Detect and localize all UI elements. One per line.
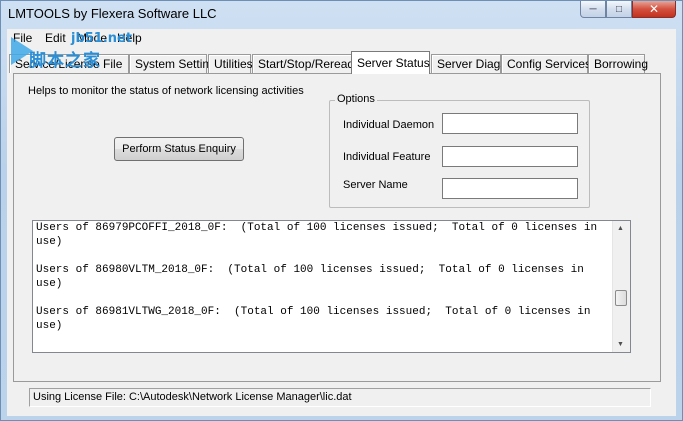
individual-feature-label: Individual Feature xyxy=(343,151,431,163)
tab-label: Start/Stop/Reread xyxy=(258,57,355,71)
tab-borrowing[interactable]: Borrowing xyxy=(588,54,649,73)
maximize-icon: □ xyxy=(615,3,623,15)
output-line: Users of 86981VLTWG_2018_0F: (Total of 1… xyxy=(36,306,598,332)
minimize-icon: ─ xyxy=(589,3,597,15)
status-output-textarea[interactable]: Users of 86979PCOFFI_2018_0F: (Total of … xyxy=(32,220,631,353)
options-group: Options Individual Daemon Individual Fea… xyxy=(329,93,590,208)
output-line: Users of 86979PCOFFI_2018_0F: (Total of … xyxy=(36,222,604,248)
watermark-text: 脚本之家 xyxy=(29,51,101,71)
individual-daemon-label: Individual Daemon xyxy=(343,119,435,131)
tab-label: Server Diags xyxy=(437,57,507,71)
scroll-thumb[interactable] xyxy=(615,290,627,306)
perform-status-enquiry-button[interactable]: Perform Status Enquiry xyxy=(114,137,244,161)
server-name-input[interactable] xyxy=(442,178,578,199)
tab-label: Utilities xyxy=(214,57,253,71)
tab-server-diags[interactable]: Server Diags xyxy=(431,54,506,73)
tab-label: Server Status xyxy=(357,56,430,70)
watermark-logo: jb51.net 脚本之家 xyxy=(11,31,141,71)
window-title: LMTOOLS by Flexera Software LLC xyxy=(8,6,217,21)
individual-feature-input[interactable] xyxy=(442,146,578,167)
output-line: Users of 86980VLTM_2018_0F: (Total of 10… xyxy=(36,264,591,290)
title-bar[interactable]: LMTOOLS by Flexera Software LLC ─ □ ✕ xyxy=(1,1,682,29)
tab-label: Borrowing xyxy=(594,57,649,71)
tab-config-services[interactable]: Config Services xyxy=(501,54,592,73)
tab-server-status[interactable]: Server Status xyxy=(351,51,430,74)
server-name-label: Server Name xyxy=(343,179,408,191)
scroll-down-icon[interactable]: ▼ xyxy=(617,341,624,348)
help-text: Helps to monitor the status of network l… xyxy=(28,85,304,97)
window-controls: ─ □ ✕ xyxy=(580,1,676,19)
status-bar: Using License File: C:\Autodesk\Network … xyxy=(29,388,651,407)
tab-utilities[interactable]: Utilities xyxy=(208,54,253,73)
tab-start-stop-reread[interactable]: Start/Stop/Reread xyxy=(252,54,355,73)
tab-label: Config Services xyxy=(507,57,592,71)
close-icon: ✕ xyxy=(648,2,660,16)
individual-daemon-input[interactable] xyxy=(442,113,578,134)
options-legend: Options xyxy=(335,93,377,105)
watermark-url: jb51.net xyxy=(71,31,133,46)
client-area: Service/License File System Settings Uti… xyxy=(7,47,676,416)
minimize-button[interactable]: ─ xyxy=(580,1,606,18)
application-window: LMTOOLS by Flexera Software LLC ─ □ ✕ Fi… xyxy=(0,0,683,421)
maximize-button[interactable]: □ xyxy=(606,1,632,18)
close-button[interactable]: ✕ xyxy=(632,1,676,18)
status-output-text: Users of 86979PCOFFI_2018_0F: (Total of … xyxy=(36,221,608,347)
vertical-scrollbar[interactable]: ▲ ▼ xyxy=(612,221,630,352)
scroll-up-icon[interactable]: ▲ xyxy=(617,225,624,232)
